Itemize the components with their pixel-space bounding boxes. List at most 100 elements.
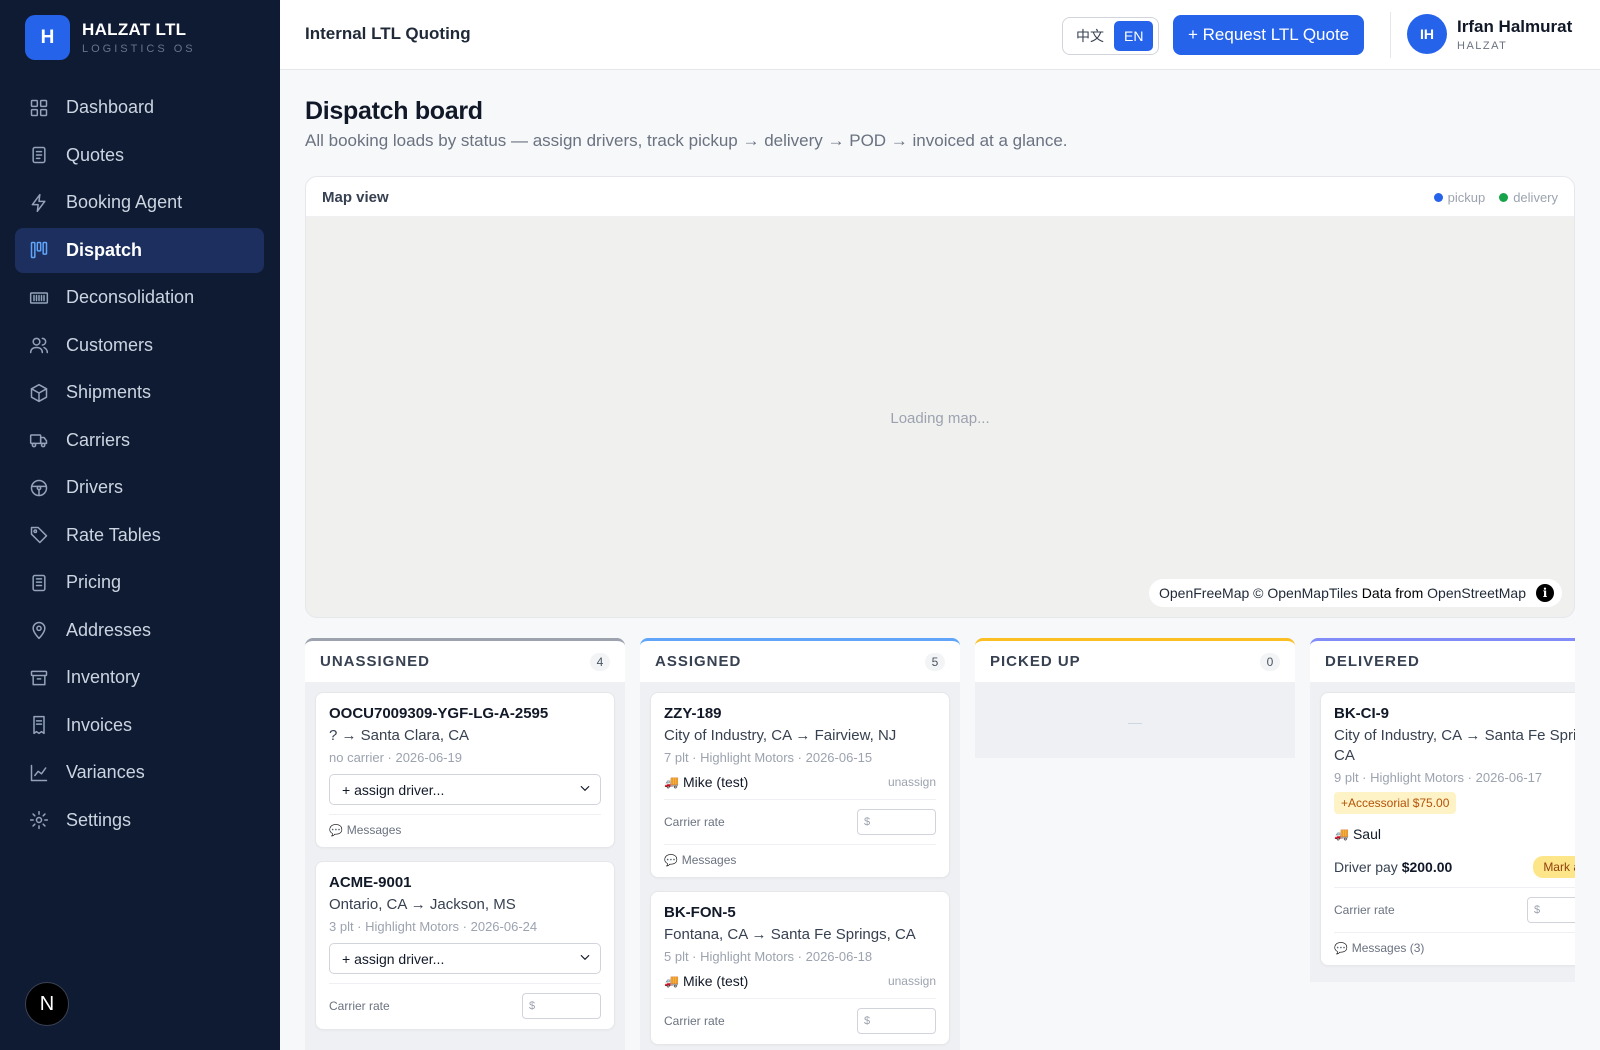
column-body: —: [975, 682, 1295, 758]
load-meta: 9 plt · Highlight Motors · 2026-06-17: [1334, 770, 1543, 785]
mark-as-paid-button[interactable]: Mark as p: [1533, 856, 1575, 878]
driver-label: Saul: [1352, 826, 1381, 842]
assign-driver-select[interactable]: + assign driver...: [329, 943, 601, 974]
sidebar-item-settings[interactable]: Settings: [15, 798, 264, 843]
truck-icon: [28, 429, 50, 451]
load-id: ACME-9001: [329, 874, 412, 891]
assign-driver-select[interactable]: + assign driver...: [329, 774, 601, 805]
unassign-link[interactable]: unassign: [888, 775, 936, 789]
attribution-link-openfreemap[interactable]: OpenFreeMap: [1159, 585, 1249, 601]
column-body: OOCU7009309-YGF-LG-A-2595 ? → Santa Clar…: [305, 682, 625, 1050]
sidebar-item-label: Rate Tables: [66, 524, 161, 545]
attribution-text: Data from: [1361, 585, 1424, 601]
load-meta: 3 plt · Highlight Motors · 2026-06-24: [329, 919, 538, 934]
sidebar-item-label: Inventory: [66, 667, 141, 687]
driver-row: 🚚 Mike (test) unassign: [664, 774, 936, 790]
column-body: ZZY-189 City of Industry, CA → Fairview,…: [640, 682, 960, 1050]
lang-option-zh[interactable]: 中文: [1066, 21, 1114, 51]
sidebar-item-label: Drivers: [66, 477, 123, 497]
sidebar-item-drivers[interactable]: Drivers: [15, 465, 264, 510]
kanban-icon: [28, 239, 50, 261]
sidebar-item-dispatch[interactable]: Dispatch: [15, 227, 264, 273]
column-delivered: DELIVERED BK-CI-9 City of Industry, CA →…: [1310, 638, 1575, 1050]
sidebar-item-carriers[interactable]: Carriers: [15, 418, 264, 463]
load-id: OOCU7009309-YGF-LG-A-2595: [329, 705, 549, 722]
lang-option-en[interactable]: EN: [1114, 21, 1154, 51]
carrier-rate-label: Carrier rate: [664, 1014, 725, 1028]
accessorial-badge: +Accessorial $75.00: [1334, 792, 1457, 814]
column-count-badge: 0: [1260, 653, 1280, 671]
driver-label: Mike (test): [682, 774, 749, 790]
divider: [1390, 12, 1391, 58]
chat-bubble-icon: 💬: [1334, 942, 1348, 955]
sidebar-item-deconsolidation[interactable]: Deconsolidation: [15, 275, 264, 320]
unassign-link[interactable]: unassign: [888, 974, 936, 988]
steering-wheel-icon: [28, 477, 50, 499]
column-unassigned: UNASSIGNED 4 OOCU7009309-YGF-LG-A-2595 ?…: [305, 638, 625, 1050]
messages-link[interactable]: 💬 Messages (3): [1334, 941, 1575, 955]
driver-pay-row: Driver pay $200.00 Mark as p: [1334, 856, 1575, 878]
brand[interactable]: H HALZAT LTL LOGISTICS OS: [25, 15, 196, 60]
attribution-link-osm[interactable]: OpenStreetMap: [1427, 585, 1526, 601]
driver-row: 🚚 Mike (test) unassign: [664, 973, 936, 989]
sidebar: H HALZAT LTL LOGISTICS OS Dashboard Quot…: [0, 0, 280, 1050]
select-value: + assign driver...: [342, 950, 445, 967]
delivery-dot-icon: [1499, 193, 1509, 202]
carrier-rate-input[interactable]: $: [522, 993, 601, 1019]
sidebar-item-label: Deconsolidation: [66, 287, 195, 307]
legend-pickup: pickup: [1433, 190, 1485, 205]
sidebar-item-variances[interactable]: Variances: [15, 750, 264, 795]
sidebar-item-quotes[interactable]: Quotes: [15, 133, 264, 178]
map-header: Map view pickup delivery: [306, 177, 1574, 217]
sidebar-item-invoices[interactable]: Invoices: [15, 703, 264, 748]
column-header: DELIVERED: [1310, 638, 1575, 682]
messages-link[interactable]: 💬 Messages: [664, 853, 936, 867]
driver-pay-value: $200.00: [1401, 859, 1453, 875]
chat-bubble-icon: 💬: [664, 854, 678, 867]
users-icon: [28, 334, 50, 356]
receipt-icon: [28, 714, 50, 736]
chevron-down-icon: [578, 950, 592, 967]
page-subtitle: All booking loads by status — assign dri…: [305, 131, 1068, 150]
dev-badge[interactable]: N: [25, 982, 69, 1026]
load-card[interactable]: ACME-9001 Ontario, CA → Jackson, MS 3 pl…: [315, 861, 615, 1030]
load-id: BK-CI-9: [1334, 705, 1389, 722]
load-card[interactable]: ZZY-189 City of Industry, CA → Fairview,…: [650, 692, 950, 878]
sidebar-item-pricing[interactable]: Pricing: [15, 560, 264, 605]
map-card: Map view pickup delivery Loading map... …: [305, 176, 1575, 618]
driver-pay: Driver pay $200.00: [1334, 859, 1452, 875]
column-header: ASSIGNED 5: [640, 638, 960, 682]
load-card[interactable]: BK-CI-9 City of Industry, CA → Santa Fe …: [1320, 692, 1575, 966]
sidebar-item-label: Carriers: [66, 429, 131, 450]
load-id: BK-FON-5: [664, 904, 736, 921]
carrier-rate-input[interactable]: $: [857, 1008, 936, 1034]
carrier-rate-input[interactable]: $: [1527, 897, 1575, 923]
sidebar-item-addresses[interactable]: Addresses: [15, 608, 264, 653]
brand-subtitle: LOGISTICS OS: [82, 43, 196, 55]
brand-logo: H: [25, 15, 70, 60]
attribution-link-openmaptiles[interactable]: © OpenMapTiles: [1253, 585, 1358, 601]
chat-bubble-icon: 💬: [329, 824, 343, 837]
driver-row: 🚚 Saul: [1334, 826, 1575, 842]
load-card[interactable]: OOCU7009309-YGF-LG-A-2595 ? → Santa Clar…: [315, 692, 615, 848]
document-icon: [28, 144, 50, 166]
sidebar-item-shipments[interactable]: Shipments: [15, 370, 264, 415]
driver-name: 🚚 Mike (test): [664, 774, 748, 790]
messages-link[interactable]: 💬 Messages: [329, 823, 601, 837]
map-loading-text: Loading map...: [890, 410, 990, 427]
load-card[interactable]: BK-FON-5 Fontana, CA → Santa Fe Springs,…: [650, 891, 950, 1045]
info-icon[interactable]: i: [1536, 584, 1554, 602]
barcode-icon: [28, 287, 50, 309]
request-quote-button[interactable]: + Request LTL Quote: [1173, 15, 1365, 55]
empty-state: —: [1128, 714, 1142, 730]
user-menu[interactable]: IH Irfan Halmurat HALZAT: [1407, 14, 1572, 54]
sidebar-item-inventory[interactable]: Inventory: [15, 655, 264, 700]
carrier-rate-input[interactable]: $: [857, 809, 936, 835]
page-title: Dispatch board: [305, 97, 483, 125]
sidebar-item-customers[interactable]: Customers: [15, 323, 264, 368]
sidebar-item-booking-agent[interactable]: Booking Agent: [15, 180, 264, 225]
sidebar-item-rate-tables[interactable]: Rate Tables: [15, 513, 264, 558]
app-title: Internal LTL Quoting: [305, 24, 471, 43]
pickup-dot-icon: [1433, 193, 1443, 202]
sidebar-item-dashboard[interactable]: Dashboard: [15, 85, 264, 130]
